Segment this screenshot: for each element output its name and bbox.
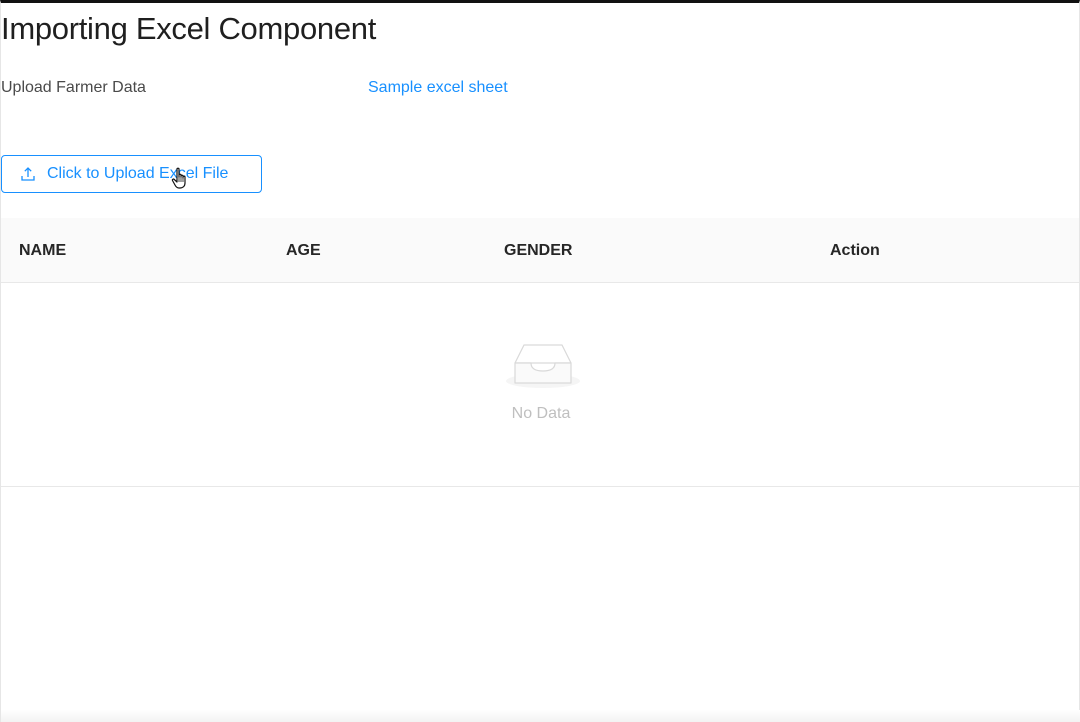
upload-button-label: Click to Upload Excel File [47, 165, 229, 182]
farmer-data-table: NAME AGE GENDER Action No Data [1, 218, 1079, 487]
column-header-name[interactable]: NAME [19, 242, 66, 260]
column-header-age[interactable]: AGE [286, 242, 321, 260]
app-frame: Importing Excel Component Upload Farmer … [0, 0, 1080, 722]
upload-icon [20, 166, 36, 182]
column-header-gender[interactable]: GENDER [504, 242, 572, 260]
empty-inbox-icon [506, 344, 580, 388]
hand-pointer-cursor-icon [171, 167, 186, 189]
empty-state-text: No Data [511, 405, 571, 422]
sample-excel-link[interactable]: Sample excel sheet [368, 79, 508, 97]
column-header-action[interactable]: Action [830, 242, 880, 260]
page-title: Importing Excel Component [1, 11, 377, 46]
bottom-edge [1, 710, 1080, 722]
upload-label: Upload Farmer Data [1, 79, 146, 96]
table-empty-state: No Data [1, 283, 1079, 487]
table-header: NAME AGE GENDER Action [1, 218, 1079, 283]
upload-excel-button[interactable]: Click to Upload Excel File [1, 155, 262, 193]
